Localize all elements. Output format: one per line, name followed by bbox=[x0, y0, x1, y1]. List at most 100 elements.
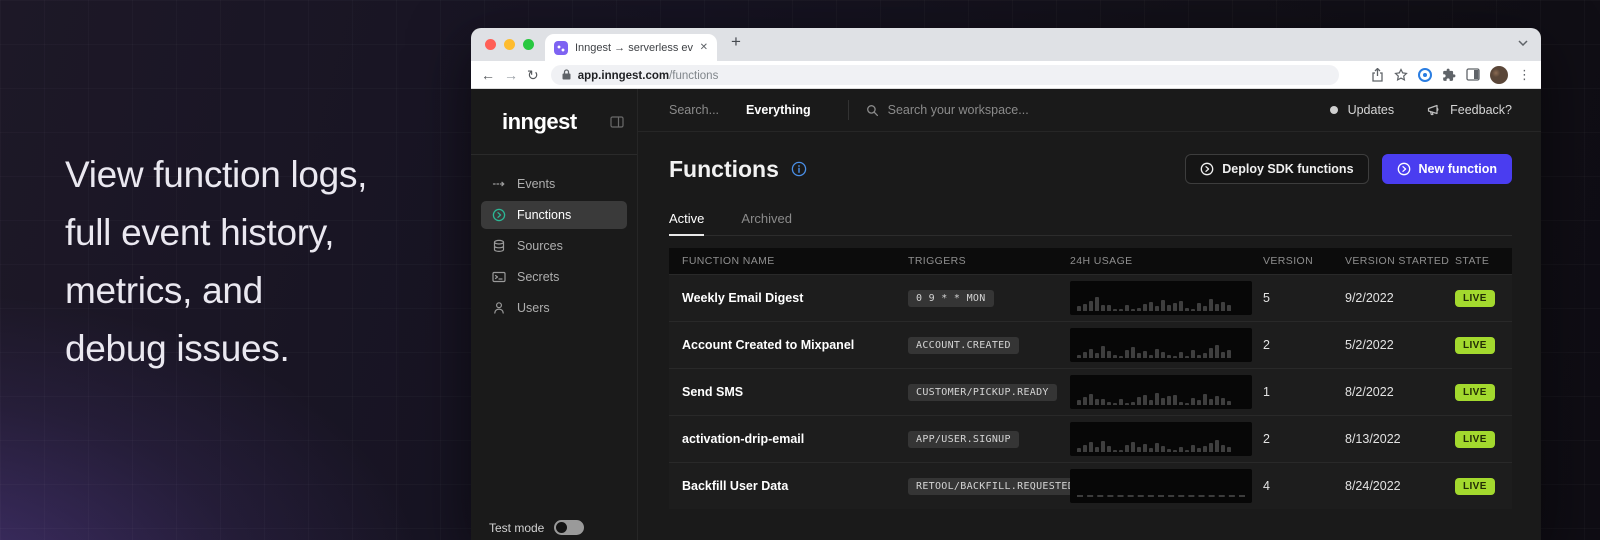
sidebar-item-label: Events bbox=[517, 177, 555, 191]
sidebar-item-secrets[interactable]: Secrets bbox=[481, 263, 627, 291]
tab-archived[interactable]: Archived bbox=[741, 211, 792, 235]
sidebar: inngest Events bbox=[471, 89, 638, 540]
collapse-sidebar-icon[interactable] bbox=[610, 116, 624, 128]
minimize-window-button[interactable] bbox=[504, 39, 515, 50]
events-icon bbox=[492, 177, 506, 191]
function-name: Account Created to Mixpanel bbox=[669, 338, 908, 352]
side-panel-icon[interactable] bbox=[1466, 68, 1480, 81]
col-function-name: FUNCTION NAME bbox=[669, 255, 908, 267]
col-version-started: VERSION STARTED bbox=[1345, 255, 1455, 267]
main-area: Search... Everything Updates Feedback? bbox=[638, 89, 1541, 540]
info-icon[interactable] bbox=[791, 161, 807, 177]
test-mode-label: Test mode bbox=[489, 521, 544, 535]
hero-line: debug issues. bbox=[65, 320, 367, 378]
feedback-link[interactable]: Feedback? bbox=[1450, 103, 1512, 117]
users-icon bbox=[492, 301, 506, 315]
profile-avatar[interactable] bbox=[1490, 66, 1508, 84]
search-icon bbox=[866, 104, 879, 117]
sources-icon bbox=[492, 239, 506, 253]
deploy-sdk-functions-button[interactable]: Deploy SDK functions bbox=[1185, 154, 1368, 184]
table-row[interactable]: activation-drip-email APP/USER.SIGNUP 2 … bbox=[669, 415, 1512, 462]
toolbar-actions: ⋮ bbox=[1371, 66, 1531, 84]
search-scope-everything[interactable]: Everything bbox=[746, 103, 811, 117]
function-name: Backfill User Data bbox=[669, 479, 908, 493]
close-window-button[interactable] bbox=[485, 39, 496, 50]
bookmark-star-icon[interactable] bbox=[1394, 68, 1408, 82]
inngest-logo: inngest bbox=[502, 109, 610, 135]
extensions-puzzle-icon[interactable] bbox=[1442, 68, 1456, 82]
sidebar-item-sources[interactable]: Sources bbox=[481, 232, 627, 260]
browser-toolbar: ← → ↻ app.inngest.com/functions bbox=[471, 61, 1541, 89]
sidebar-item-functions[interactable]: Functions bbox=[481, 201, 627, 229]
circle-caret-icon bbox=[1397, 162, 1411, 176]
hero-line: View function logs, bbox=[65, 146, 367, 204]
test-mode-toggle[interactable] bbox=[554, 520, 584, 535]
tab-active[interactable]: Active bbox=[669, 211, 704, 235]
sidebar-item-events[interactable]: Events bbox=[481, 170, 627, 198]
function-name: Weekly Email Digest bbox=[669, 291, 908, 305]
col-24h-usage: 24H USAGE bbox=[1070, 255, 1263, 267]
new-tab-button[interactable]: + bbox=[731, 32, 741, 52]
back-button[interactable]: ← bbox=[481, 68, 495, 82]
hero-line: full event history, bbox=[65, 204, 367, 262]
secrets-icon bbox=[492, 270, 506, 284]
topbar-divider bbox=[848, 100, 849, 120]
megaphone-icon[interactable] bbox=[1426, 103, 1441, 117]
new-function-button-label: New function bbox=[1419, 162, 1497, 176]
url-host: app.inngest.com bbox=[578, 70, 669, 82]
page-actions: Deploy SDK functions New function bbox=[1185, 154, 1512, 184]
circle-caret-icon bbox=[1200, 162, 1214, 176]
workspace-search-input[interactable] bbox=[888, 103, 1118, 117]
state-badge: LIVE bbox=[1455, 431, 1495, 448]
version-started-value: 5/2/2022 bbox=[1345, 338, 1455, 352]
functions-table: FUNCTION NAME TRIGGERS 24H USAGE VERSION… bbox=[669, 248, 1512, 509]
usage-sparkline bbox=[1070, 422, 1252, 456]
tab-close-icon[interactable]: ✕ bbox=[700, 42, 708, 53]
search-shortcut-label[interactable]: Search... bbox=[669, 103, 719, 117]
col-triggers: TRIGGERS bbox=[908, 255, 1070, 267]
page-tabs: Active Archived bbox=[669, 211, 1512, 236]
trigger-badge: 0 9 * * MON bbox=[908, 290, 994, 307]
new-function-button[interactable]: New function bbox=[1382, 154, 1512, 184]
version-value: 5 bbox=[1263, 291, 1345, 305]
state-badge: LIVE bbox=[1455, 290, 1495, 307]
table-row[interactable]: Account Created to Mixpanel ACCOUNT.CREA… bbox=[669, 321, 1512, 368]
share-icon[interactable] bbox=[1371, 68, 1384, 82]
version-value: 2 bbox=[1263, 432, 1345, 446]
sidebar-item-label: Secrets bbox=[517, 270, 559, 284]
usage-sparkline bbox=[1070, 375, 1252, 409]
table-row[interactable]: Backfill User Data RETOOL/BACKFILL.REQUE… bbox=[669, 462, 1512, 509]
reload-button[interactable]: ↻ bbox=[527, 68, 539, 82]
trigger-badge: RETOOL/BACKFILL.REQUESTED bbox=[908, 478, 1082, 495]
usage-sparkline bbox=[1070, 328, 1252, 362]
table-row[interactable]: Send SMS CUSTOMER/PICKUP.READY 1 8/2/202… bbox=[669, 368, 1512, 415]
usage-sparkline bbox=[1070, 469, 1252, 503]
version-started-value: 8/24/2022 bbox=[1345, 479, 1455, 493]
browser-menu-icon[interactable]: ⋮ bbox=[1518, 67, 1531, 83]
version-started-value: 9/2/2022 bbox=[1345, 291, 1455, 305]
marketing-banner: View function logs, full event history, … bbox=[0, 0, 1600, 540]
sidebar-item-label: Functions bbox=[517, 208, 571, 222]
inngest-app: inngest Events bbox=[471, 89, 1541, 540]
functions-page: Functions Deploy SDK functions bbox=[638, 132, 1541, 540]
tabstrip-chevron-down-icon[interactable] bbox=[1518, 40, 1528, 46]
toggle-knob bbox=[556, 522, 567, 533]
sidebar-item-label: Sources bbox=[517, 239, 563, 253]
sidebar-item-users[interactable]: Users bbox=[481, 294, 627, 322]
url-path: /functions bbox=[669, 70, 718, 82]
table-header: FUNCTION NAME TRIGGERS 24H USAGE VERSION… bbox=[669, 248, 1512, 274]
forward-button[interactable]: → bbox=[504, 68, 518, 82]
maximize-window-button[interactable] bbox=[523, 39, 534, 50]
password-extension-icon[interactable] bbox=[1418, 68, 1432, 82]
sidebar-item-label: Users bbox=[517, 301, 550, 315]
deploy-button-label: Deploy SDK functions bbox=[1222, 162, 1353, 176]
url-bar[interactable]: app.inngest.com/functions bbox=[551, 65, 1339, 85]
col-state: STATE bbox=[1455, 255, 1512, 267]
sidebar-logo-row: inngest bbox=[471, 89, 637, 155]
topbar-right: Updates Feedback? bbox=[1330, 103, 1512, 117]
usage-sparkline bbox=[1070, 281, 1252, 315]
table-row[interactable]: Weekly Email Digest 0 9 * * MON 5 9/2/20… bbox=[669, 274, 1512, 321]
browser-tab[interactable]: Inngest → serverless event-dri ✕ bbox=[545, 34, 717, 61]
version-started-value: 8/13/2022 bbox=[1345, 432, 1455, 446]
updates-link[interactable]: Updates bbox=[1348, 103, 1395, 117]
